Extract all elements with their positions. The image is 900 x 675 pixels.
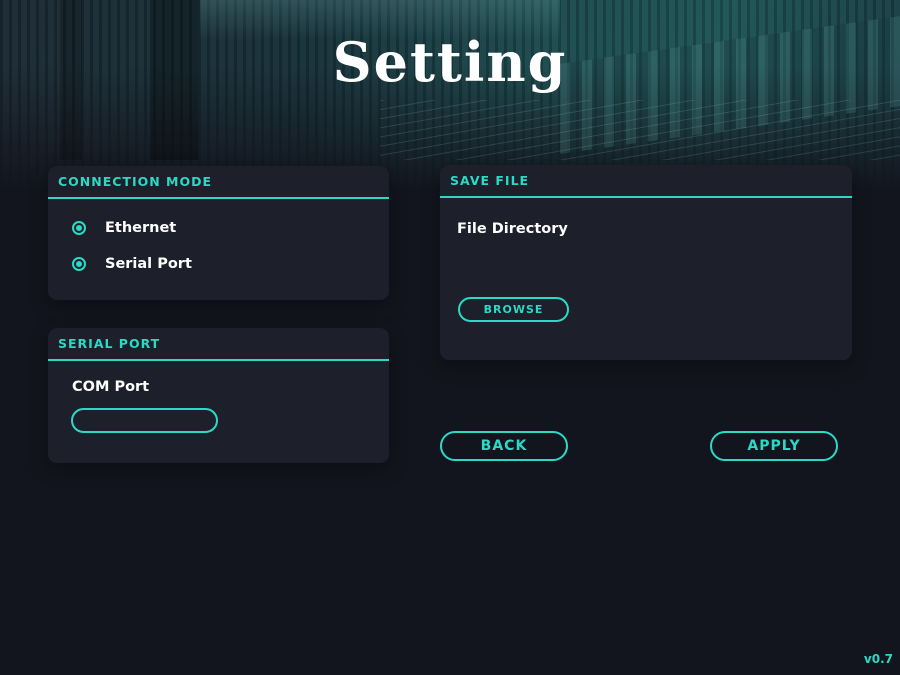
radio-selected-icon[interactable] [72,257,86,271]
apply-button[interactable]: APPLY [710,431,838,461]
version-label: v0.7 [863,652,893,666]
com-port-label: COM Port [72,379,150,395]
rail-tracks [380,100,900,160]
com-port-input[interactable] [71,408,218,433]
header-background-image [0,0,900,190]
radio-label-serial-port: Serial Port [105,256,192,272]
save-file-header: SAVE FILE [440,165,852,198]
radio-option-serial-port[interactable]: Serial Port [72,256,192,272]
back-button[interactable]: BACK [440,431,568,461]
file-directory-label: File Directory [457,221,568,237]
serial-port-panel: SERIAL PORT COM Port [48,328,389,463]
connection-mode-header: CONNECTION MODE [48,166,389,199]
radio-label-ethernet: Ethernet [105,220,177,236]
radio-selected-icon[interactable] [72,221,86,235]
radio-option-ethernet[interactable]: Ethernet [72,220,176,236]
serial-port-header: SERIAL PORT [48,328,389,361]
connection-mode-panel: CONNECTION MODE Ethernet Serial Port [48,166,389,300]
save-file-panel: SAVE FILE File Directory BROWSE [440,165,852,360]
page-title: Setting [332,30,568,94]
browse-button[interactable]: BROWSE [458,297,569,322]
